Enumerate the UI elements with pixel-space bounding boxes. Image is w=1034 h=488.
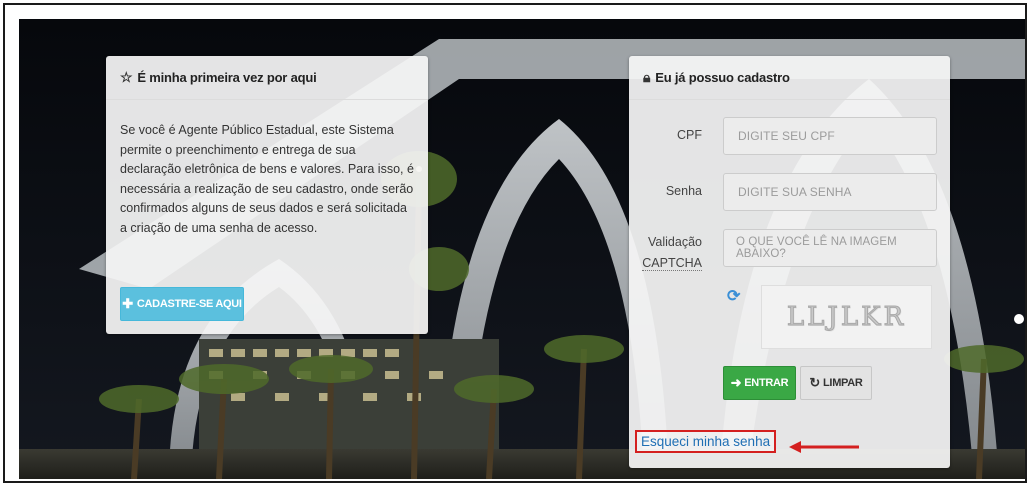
plus-icon: ✚ <box>122 296 133 311</box>
register-button-label: CADASTRE-SE AQUI <box>136 298 242 310</box>
first-access-description: Se você é Agente Público Estadual, este … <box>120 123 414 235</box>
login-title: Eu já possuo cadastro <box>655 70 790 85</box>
background-scene: ☆ É minha primeira vez por aqui Se você … <box>19 19 1025 479</box>
captcha-label: Validação CAPTCHA <box>642 232 702 274</box>
refresh-icon[interactable]: ⟳ <box>727 286 740 306</box>
register-button[interactable]: ✚ CADASTRE-SE AQUI <box>120 287 244 321</box>
star-outline-icon: ☆ <box>120 69 133 85</box>
senha-label: Senha <box>665 184 702 198</box>
login-panel: 🔒︎ Eu já possuo cadastro CPF DIGITE SEU … <box>629 56 950 468</box>
senha-row: Senha DIGITE SUA SENHA <box>629 173 950 211</box>
captcha-row: Validação CAPTCHA O QUE VOCÊ LÊ NA IMAGE… <box>629 229 950 289</box>
red-arrow-annotation <box>789 441 859 453</box>
first-access-title: É minha primeira vez por aqui <box>137 70 317 85</box>
first-access-header: ☆ É minha primeira vez por aqui <box>106 56 428 100</box>
senha-input[interactable]: DIGITE SUA SENHA <box>723 173 937 211</box>
entrar-button-label: ENTRAR <box>744 377 789 389</box>
limpar-button[interactable]: ↻ LIMPAR <box>800 366 872 400</box>
captcha-label-line1: Validação <box>648 235 702 249</box>
sign-in-icon: ➜ <box>730 375 742 390</box>
limpar-button-label: LIMPAR <box>823 377 863 389</box>
first-access-panel: ☆ É minha primeira vez por aqui Se você … <box>106 56 428 334</box>
cpf-input[interactable]: DIGITE SEU CPF <box>723 117 937 155</box>
entrar-button[interactable]: ➜ ENTRAR <box>723 366 796 400</box>
captcha-label-line2: CAPTCHA <box>642 256 702 271</box>
captcha-image: LLJLKR <box>761 285 932 349</box>
clear-icon: ↻ <box>809 375 821 390</box>
cpf-row: CPF DIGITE SEU CPF <box>629 117 950 155</box>
forgot-password-link[interactable]: Esqueci minha senha <box>635 430 777 453</box>
screenshot-frame: ☆ É minha primeira vez por aqui Se você … <box>3 3 1027 483</box>
cpf-label: CPF <box>677 128 702 142</box>
lock-icon: 🔒︎ <box>643 69 651 85</box>
login-header: 🔒︎ Eu já possuo cadastro <box>629 56 950 100</box>
captcha-input[interactable]: O QUE VOCÊ LÊ NA IMAGEM ABAIXO? <box>723 229 937 267</box>
